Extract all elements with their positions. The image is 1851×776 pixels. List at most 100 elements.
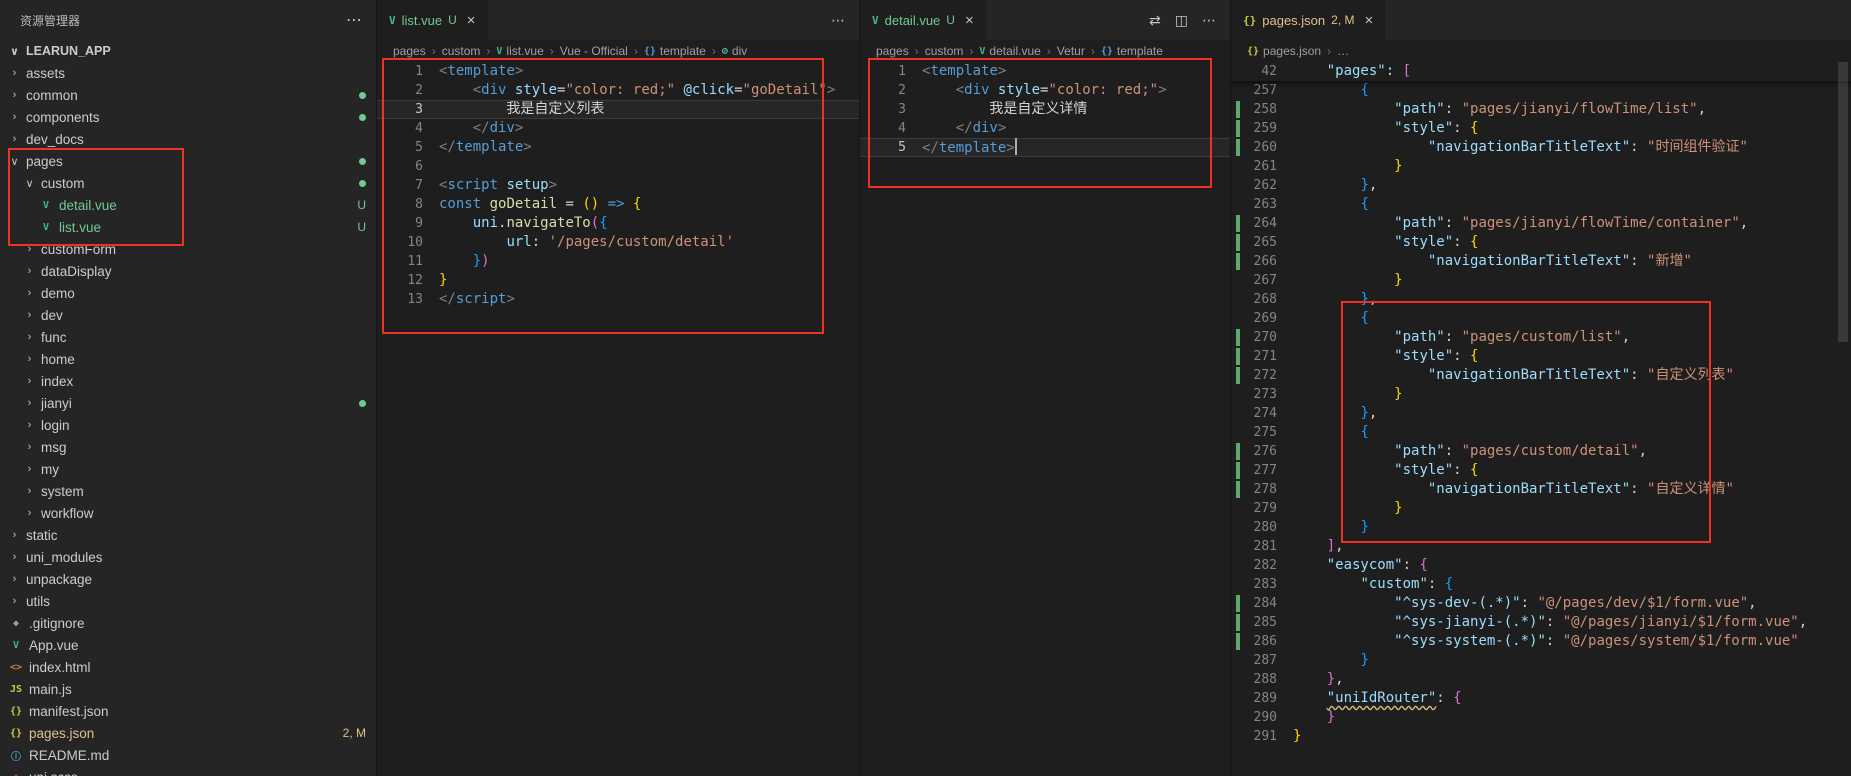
tree-file-gitignore[interactable]: ◆.gitignore [0, 612, 376, 634]
explorer-title: 资源管理器 [20, 12, 80, 29]
code-editor[interactable]: 42 "pages": [257 {258 "path": "pages/jia… [1231, 62, 1851, 776]
code-line-7: 7<script setup> [377, 176, 859, 195]
tab-detail-vue[interactable]: Vdetail.vueU× [860, 0, 986, 40]
git-added-gutter-bar [1236, 253, 1240, 270]
close-icon[interactable]: × [1364, 13, 1373, 28]
tree-folder-static[interactable]: ›static [0, 524, 376, 546]
code-line-281: 281 ], [1231, 537, 1851, 556]
vue-icon: V [38, 200, 54, 211]
open-changes-icon[interactable]: ⇄ [1149, 12, 1161, 29]
close-icon[interactable]: × [467, 13, 476, 28]
editor-actions [1840, 0, 1851, 40]
tab-list-vue[interactable]: Vlist.vueU× [377, 0, 488, 40]
line-number: 9 [377, 214, 439, 233]
git-changes-dot [359, 400, 366, 407]
breadcrumb-item-detail-vue[interactable]: Vdetail.vue [979, 44, 1040, 58]
breadcrumb-item-pages[interactable]: pages [876, 44, 909, 58]
tree-item-label: index.html [29, 660, 366, 675]
tree-file-app-vue[interactable]: VApp.vue [0, 634, 376, 656]
breadcrumb-item-[interactable]: … [1337, 44, 1349, 58]
code-editor[interactable]: 1<template>2 <div style="color: red;">3 … [860, 62, 1230, 776]
code-text: "style": { [1293, 461, 1478, 480]
scrollbar[interactable] [1838, 62, 1848, 342]
breadcrumb-item-template[interactable]: {}template [1101, 44, 1163, 58]
tree-root-folder[interactable]: ∨ LEARUN_APP [0, 40, 376, 62]
tree-file-index-html[interactable]: <> index.html [0, 656, 376, 678]
tree-folder-func[interactable]: ›func [0, 326, 376, 348]
tree-folder-assets[interactable]: ›assets [0, 62, 376, 84]
tab-pages-json[interactable]: {}pages.json2, M× [1231, 0, 1385, 40]
tree-file-pages-json[interactable]: {}pages.json2, M [0, 722, 376, 744]
breadcrumb-label: pages [393, 44, 426, 58]
git-changes-dot [359, 180, 366, 187]
tree-folder-system[interactable]: ›system [0, 480, 376, 502]
tree-folder-common[interactable]: ›common [0, 84, 376, 106]
tree-folder-uni-modules[interactable]: ›uni_modules [0, 546, 376, 568]
text-cursor [1015, 138, 1017, 155]
code-line-286: 286 "^sys-system-(.*)": "@/pages/system/… [1231, 632, 1851, 651]
breadcrumb-item-list-vue[interactable]: Vlist.vue [496, 44, 543, 58]
tab-label: detail.vue [885, 13, 941, 28]
tree-file-detail-vue[interactable]: Vdetail.vueU [0, 194, 376, 216]
vue-icon: V [496, 46, 502, 57]
code-line-8: 8const goDetail = () => { [377, 195, 859, 214]
code-text: } [1293, 157, 1403, 176]
tree-file-readme-md[interactable]: ⓘREADME.md [0, 744, 376, 766]
breadcrumb-item-pages[interactable]: pages [393, 44, 426, 58]
more-actions-icon[interactable]: ⋯ [831, 12, 845, 29]
breadcrumb-separator: › [550, 44, 554, 58]
tree-folder-dev[interactable]: ›dev [0, 304, 376, 326]
tree-folder-jianyi[interactable]: ›jianyi [0, 392, 376, 414]
line-number: 42 [1231, 62, 1293, 81]
split-editor-icon[interactable]: ◫ [1175, 12, 1188, 29]
code-line-285: 285 "^sys-jianyi-(.*)": "@/pages/jianyi/… [1231, 613, 1851, 632]
line-number: 269 [1231, 309, 1293, 328]
tree-folder-datadisplay[interactable]: ›dataDisplay [0, 260, 376, 282]
tree-folder-dev-docs[interactable]: ›dev_docs [0, 128, 376, 150]
tree-folder-pages[interactable]: ∨pages [0, 150, 376, 172]
tree-folder-custom[interactable]: ∨custom [0, 172, 376, 194]
line-number: 11 [377, 252, 439, 271]
tree-folder-my[interactable]: ›my [0, 458, 376, 480]
tree-item-label: index [41, 374, 366, 389]
tree-folder-demo[interactable]: ›demo [0, 282, 376, 304]
code-line-2: 2 <div style="color: red;"> [860, 81, 1230, 100]
explorer-sidebar: 资源管理器 ⋯ ∨ LEARUN_APP ›assets›common›comp… [0, 0, 376, 776]
more-actions-icon[interactable]: ⋯ [1202, 12, 1216, 29]
html-icon: <> [8, 662, 24, 673]
tree-file-main-js[interactable]: JSmain.js [0, 678, 376, 700]
tree-folder-index[interactable]: ›index [0, 370, 376, 392]
tree-folder-utils[interactable]: ›utils [0, 590, 376, 612]
tree-folder-login[interactable]: ›login [0, 414, 376, 436]
breadcrumb-item-custom[interactable]: custom [925, 44, 964, 58]
tree-file-uni-scss[interactable]: ◈uni.scss [0, 766, 376, 776]
chevron-right-icon: › [23, 463, 36, 475]
close-icon[interactable]: × [965, 13, 974, 28]
code-line-263: 263 { [1231, 195, 1851, 214]
code-text: "path": "pages/jianyi/flowTime/list", [1293, 100, 1706, 119]
json-icon: {} [8, 728, 24, 739]
code-line-2: 2 <div style="color: red;" @click="goDet… [377, 81, 859, 100]
breadcrumb-item-vetur[interactable]: Vetur [1057, 44, 1085, 58]
tree-folder-unpackage[interactable]: ›unpackage [0, 568, 376, 590]
breadcrumb-item-template[interactable]: {}template [644, 44, 706, 58]
tree-item-label: unpackage [26, 572, 366, 587]
tree-folder-customform[interactable]: ›customForm [0, 238, 376, 260]
breadcrumb-item-vue-official[interactable]: Vue - Official [560, 44, 628, 58]
breadcrumb-item-pages-json[interactable]: {}pages.json [1247, 44, 1321, 58]
git-added-gutter-bar [1236, 139, 1240, 156]
json-icon: {} [1247, 46, 1259, 57]
tree-file-list-vue[interactable]: Vlist.vueU [0, 216, 376, 238]
code-line-275: 275 { [1231, 423, 1851, 442]
code-text: <script setup> [439, 176, 557, 195]
code-editor[interactable]: 1<template>2 <div style="color: red;" @c… [377, 62, 859, 776]
code-text: <div style="color: red;" @click="goDetai… [439, 81, 835, 100]
breadcrumb-item-div[interactable]: ⊘div [722, 44, 747, 58]
tree-file-manifest-json[interactable]: {}manifest.json [0, 700, 376, 722]
breadcrumb-item-custom[interactable]: custom [442, 44, 481, 58]
tree-folder-home[interactable]: ›home [0, 348, 376, 370]
tree-folder-msg[interactable]: ›msg [0, 436, 376, 458]
explorer-more-actions-icon[interactable]: ⋯ [346, 10, 362, 30]
tree-folder-workflow[interactable]: ›workflow [0, 502, 376, 524]
tree-folder-components[interactable]: ›components [0, 106, 376, 128]
